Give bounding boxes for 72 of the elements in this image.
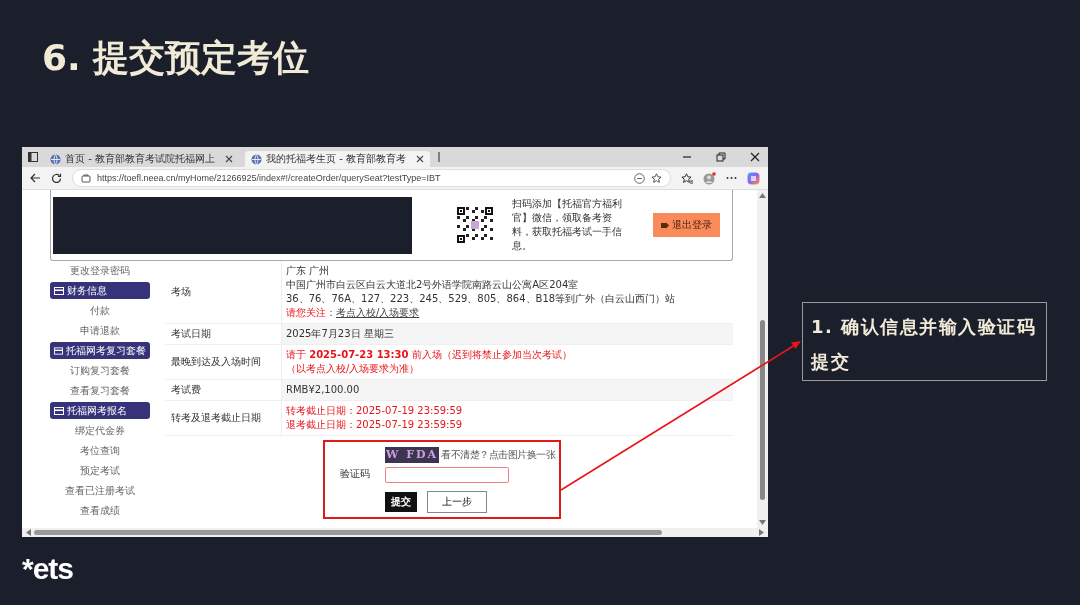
sidebar-item[interactable]: 查看复习套餐 [50, 381, 150, 401]
copilot-icon[interactable] [747, 171, 760, 185]
sidebar-item[interactable]: 订购复习套餐 [50, 361, 150, 381]
card-icon [54, 286, 64, 295]
warning-text: （以考点入校/入场要求为准） [286, 362, 421, 376]
globe-icon [250, 153, 262, 165]
captcha-image[interactable]: W FDA [385, 447, 439, 463]
table-cell: 考场 [165, 261, 282, 323]
sidebar-item[interactable]: 查看成绩 [50, 501, 150, 521]
sidebar-item[interactable]: 查看已注册考试 [50, 481, 150, 501]
page-info-icon[interactable] [81, 173, 91, 183]
table-cell: 最晚到达及入场时间 [165, 345, 282, 379]
restore-icon[interactable] [716, 152, 726, 162]
back-icon[interactable] [30, 173, 41, 183]
table-cell: 转考及退考截止日期 [165, 401, 282, 435]
captcha-input-field[interactable] [385, 467, 509, 483]
submit-button[interactable]: 提交 [385, 492, 417, 512]
reload-icon[interactable] [51, 172, 62, 184]
sidebar-item[interactable]: 绑定代金券 [50, 421, 150, 441]
url-text: https://toefl.neea.cn/myHome/21266925/index#!/createOrder/querySeat?testType=IBT [97, 173, 441, 183]
close-icon[interactable] [750, 152, 760, 162]
more-icon[interactable] [726, 176, 737, 180]
back-button[interactable]: 上一步 [427, 491, 487, 513]
warning-text: 退考截止日期：2025-07-19 23:59:59 [286, 418, 464, 432]
field-label: 验证码 [339, 467, 371, 481]
qr-code-icon [456, 206, 494, 244]
scroll-up-icon[interactable] [759, 193, 766, 198]
requirements-link[interactable]: 考点入校/入场要求 [336, 307, 420, 318]
browser-tab[interactable]: 首页 - 教育部教育考试院托福网上 [44, 151, 239, 167]
captcha-hint[interactable]: 看不清楚？点击图片换一张 [441, 448, 555, 462]
callout-box: 1. 确认信息并输入验证码提交 [802, 302, 1047, 381]
globe-icon [50, 153, 61, 165]
warning-text: 请于 2025-07-23 13:30 前入场（迟到将禁止参加当次考试） [286, 348, 573, 362]
tab-title: 我的托福考生页 - 教育部教育考 [265, 152, 407, 166]
detail-text: 2025年7月23日 星期三 [286, 327, 395, 341]
sidebar-item[interactable]: 更改登录密码 [50, 261, 150, 281]
detail-text: 广东 广州 [286, 264, 331, 278]
ets-logo: *ets [22, 552, 74, 586]
exit-icon [661, 221, 669, 229]
favorites-icon[interactable] [681, 172, 693, 184]
scroll-down-icon[interactable] [759, 520, 766, 525]
new-tab-icon[interactable] [435, 152, 442, 162]
sidebar-item[interactable]: 付款 [50, 301, 150, 321]
slide-title: 6. 提交预定考位 [42, 36, 310, 80]
sidebar-section-header[interactable]: 财务信息 [50, 282, 150, 299]
detail-text: 36、76、76A、127、223、245、529、805、864、B18等到广外（白云山西门）站 [286, 292, 677, 306]
sidebar-section-header[interactable]: 托福网考复习套餐 [50, 342, 150, 359]
sidebar-section-header[interactable]: 托福网考报名 [50, 402, 150, 419]
sidebar-item[interactable]: 申请退款 [50, 321, 150, 341]
tab-title: 首页 - 教育部教育考试院托福网上 [65, 152, 216, 166]
profile-icon[interactable] [703, 171, 716, 185]
card-icon [54, 346, 63, 355]
browser-tab[interactable]: 我的托福考生页 - 教育部教育考 [244, 151, 430, 167]
scrollbar-thumb[interactable] [34, 530, 662, 535]
scroll-right-icon[interactable] [759, 529, 764, 536]
scrollbar-thumb[interactable] [760, 320, 765, 500]
notice-text: 请您关注： [286, 307, 336, 318]
close-icon[interactable] [224, 155, 233, 163]
detail-text: RMB¥2,100.00 [286, 383, 361, 397]
scroll-left-icon[interactable] [26, 529, 31, 536]
address-bar[interactable]: https://toefl.neea.cn/myHome/21266925/index#!/createOrder/querySeat?testType=IBT [72, 169, 671, 187]
reader-icon[interactable] [634, 172, 645, 184]
detail-text: 中国广州市白云区白云大道北2号外语学院南路云山公寓A区204室 [286, 278, 580, 292]
sidebar-toggle-icon[interactable] [28, 152, 38, 162]
close-icon[interactable] [415, 155, 424, 163]
warning-text: 转考截止日期：2025-07-19 23:59:59 [286, 404, 464, 418]
star-icon[interactable] [651, 172, 662, 184]
sidebar-item[interactable]: 预定考试 [50, 461, 150, 481]
card-icon [54, 406, 64, 415]
sidebar-item[interactable]: 考位查询 [50, 441, 150, 461]
logout-button[interactable]: 退出登录 [653, 213, 720, 237]
promo-text: 扫码添加【托福官方福利官】微信，领取备考资料，获取托福考试一手信息。 [512, 197, 622, 253]
